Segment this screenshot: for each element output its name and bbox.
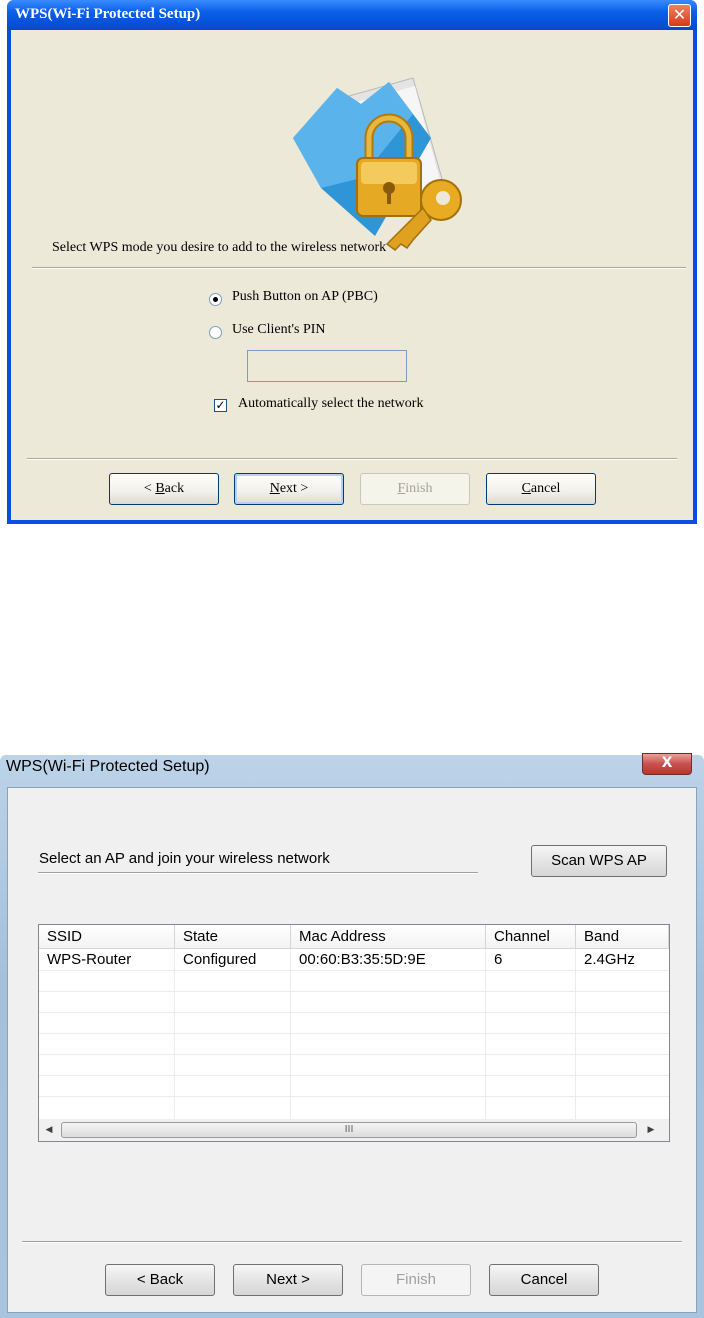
back-button[interactable]: < Back	[109, 473, 219, 505]
column-header-state[interactable]: State	[175, 925, 291, 949]
cancel-button[interactable]: Cancel	[489, 1264, 599, 1296]
ap-select-prompt: Select an AP and join your wireless netw…	[39, 850, 330, 867]
cancel-accel: C	[521, 481, 531, 496]
finish-button[interactable]: Finish	[360, 473, 470, 505]
cell-ssid: WPS-Router	[47, 951, 132, 968]
pin-input[interactable]	[247, 350, 407, 382]
finish-button[interactable]: Finish	[361, 1264, 471, 1296]
grid-vline	[485, 949, 486, 1119]
back-button[interactable]: < Back	[105, 1264, 215, 1296]
next-accel: N	[269, 481, 280, 496]
wps-mode-prompt: Select WPS mode you desire to add to the…	[52, 240, 387, 255]
folder-lock-key-icon	[293, 77, 462, 251]
grid-hline	[39, 970, 669, 971]
scroll-left-arrow-icon[interactable]: ◀	[39, 1119, 59, 1141]
ap-list-table[interactable]: SSID State Mac Address Channel Band WPS-…	[38, 924, 670, 1142]
auto-select-checkbox[interactable]: ✓	[214, 399, 227, 412]
wps-dialog-vista: WPS(Wi-Fi Protected Setup) X Select an A…	[0, 753, 704, 1318]
grid-hline	[39, 1012, 669, 1013]
close-button[interactable]: ✕	[668, 4, 691, 27]
back-accel: B	[155, 481, 165, 496]
cancel-button[interactable]: Cancel	[486, 473, 596, 505]
footer-divider	[22, 1241, 682, 1243]
dialog-client-area: Select WPS mode you desire to add to the…	[11, 30, 693, 520]
divider	[32, 267, 686, 269]
client-pin-radio[interactable]	[209, 326, 222, 339]
grid-vline	[575, 949, 576, 1119]
footer-divider	[27, 458, 677, 460]
horizontal-scrollbar[interactable]: ◀ III ▶	[39, 1119, 669, 1141]
next-button[interactable]: Next >	[233, 1264, 343, 1296]
window-title: WPS(Wi-Fi Protected Setup)	[15, 6, 201, 22]
title-bar[interactable]: WPS(Wi-Fi Protected Setup) ✕	[7, 0, 697, 30]
scroll-thumb[interactable]: III	[61, 1122, 637, 1138]
grid-vline	[290, 949, 291, 1119]
back-rest: ack	[164, 481, 185, 496]
next-rest: ext >	[279, 481, 309, 496]
prompt-underline	[38, 872, 478, 874]
grid-hline	[39, 1075, 669, 1076]
grid-hline	[39, 991, 669, 992]
radio-dot	[213, 297, 218, 302]
close-button[interactable]: X	[642, 753, 692, 775]
auto-select-label[interactable]: Automatically select the network	[238, 396, 423, 412]
dialog-client-area: Select an AP and join your wireless netw…	[7, 787, 697, 1313]
cancel-rest: ancel	[530, 481, 561, 496]
client-pin-label[interactable]: Use Client's PIN	[232, 322, 326, 338]
cell-band: 2.4GHz	[584, 951, 635, 968]
pbc-radio[interactable]	[209, 293, 222, 306]
grid-hline	[39, 1096, 669, 1097]
cell-state: Configured	[183, 951, 257, 968]
finish-rest: inish	[405, 481, 433, 496]
grid-vline	[174, 949, 175, 1119]
column-header-band[interactable]: Band	[576, 925, 669, 949]
back-prefix: <	[143, 481, 156, 496]
grid-hline	[39, 1054, 669, 1055]
wps-dialog-xp: WPS(Wi-Fi Protected Setup) ✕ Select WPS …	[7, 0, 697, 524]
pbc-label[interactable]: Push Button on AP (PBC)	[232, 289, 378, 305]
column-header-mac[interactable]: Mac Address	[291, 925, 486, 949]
scan-wps-ap-button[interactable]: Scan WPS AP	[531, 845, 667, 877]
scroll-right-arrow-icon[interactable]: ▶	[641, 1119, 661, 1141]
grid-hline	[39, 1033, 669, 1034]
next-button[interactable]: Next >	[234, 473, 344, 505]
cell-mac: 00:60:B3:35:5D:9E	[299, 951, 426, 968]
column-header-channel[interactable]: Channel	[486, 925, 576, 949]
cell-channel: 6	[494, 951, 503, 968]
column-header-ssid[interactable]: SSID	[39, 925, 175, 949]
window-title: WPS(Wi-Fi Protected Setup)	[6, 758, 210, 775]
